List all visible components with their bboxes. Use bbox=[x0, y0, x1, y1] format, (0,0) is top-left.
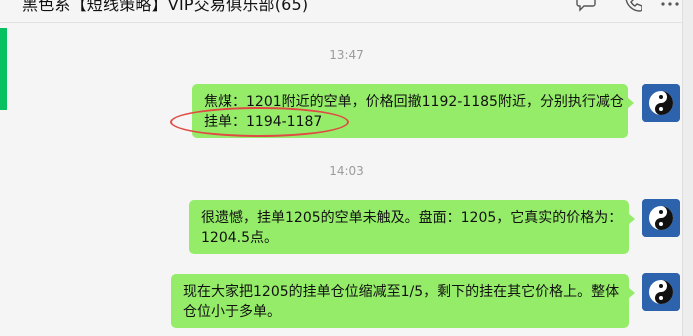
taiji-icon bbox=[642, 84, 680, 122]
left-accent-bar bbox=[0, 28, 7, 110]
avatar[interactable] bbox=[642, 273, 680, 311]
chat-title: 黑色系【短线策略】VIP交易俱乐部(65) bbox=[22, 0, 309, 14]
more-icon[interactable] bbox=[660, 0, 680, 14]
message-line: 1204.5点。 bbox=[201, 230, 278, 246]
avatar[interactable] bbox=[642, 199, 680, 237]
message-line: 现在大家把1205的挂单仓位缩减至1/5，剩下的挂在其它价格上。整体 bbox=[183, 284, 620, 300]
message-bubble[interactable]: 现在大家把1205的挂单仓位缩减至1/5，剩下的挂在其它价格上。整体 仓位小于多… bbox=[171, 274, 635, 328]
title-bar: 黑色系【短线策略】VIP交易俱乐部(65) bbox=[0, 0, 693, 23]
taiji-icon bbox=[642, 273, 680, 311]
message-line: 挂单：1194-1187 bbox=[204, 114, 323, 130]
message-bubble[interactable]: 很遗憾，挂单1205的空单未触及。盘面：1205，它真实的价格为： 1204.5… bbox=[189, 200, 635, 254]
avatar[interactable] bbox=[642, 84, 680, 122]
timestamp: 13:47 bbox=[329, 48, 364, 62]
timestamp: 14:03 bbox=[329, 164, 364, 178]
message-bubble[interactable]: 焦煤：1201附近的空单，价格回撤1192-1185附近，分别执行减仓 挂单：1… bbox=[192, 84, 634, 138]
message-line: 仓位小于多单。 bbox=[183, 304, 281, 320]
message-line: 很遗憾，挂单1205的空单未触及。盘面：1205，它真实的价格为： bbox=[201, 210, 623, 226]
chat-bubble-icon[interactable] bbox=[576, 0, 596, 14]
message-line: 焦煤：1201附近的空单，价格回撤1192-1185附近，分别执行减仓 bbox=[204, 94, 624, 110]
phone-icon[interactable] bbox=[624, 0, 642, 14]
taiji-icon bbox=[642, 199, 680, 237]
